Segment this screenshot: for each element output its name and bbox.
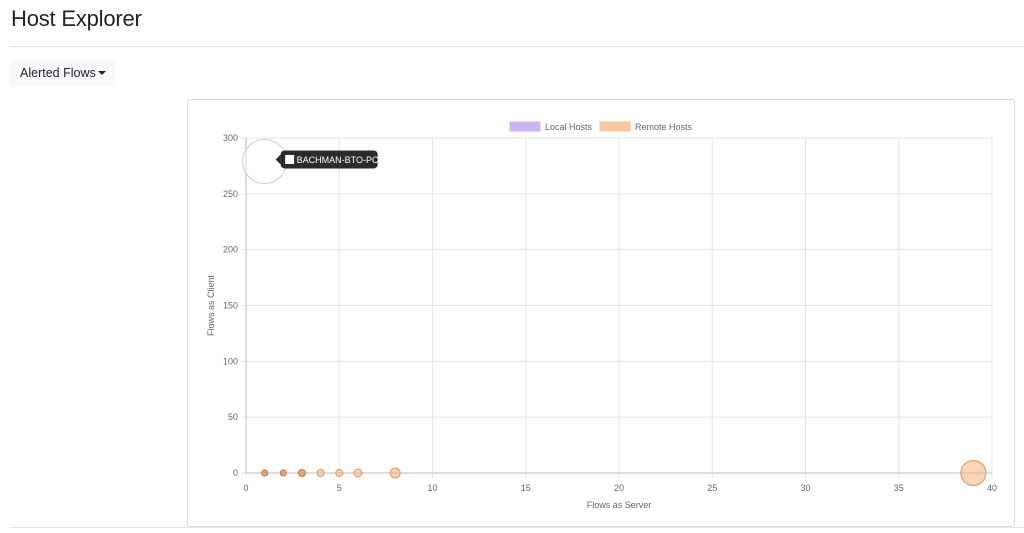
remote-host-point[interactable] xyxy=(279,469,287,477)
data-points xyxy=(242,138,987,486)
x-axis-title: Flows as Server xyxy=(587,500,652,510)
legend-label: Remote Hosts xyxy=(635,122,693,132)
x-tick-label: 40 xyxy=(987,483,997,493)
x-tick-label: 5 xyxy=(337,483,342,493)
caret-down-icon xyxy=(98,71,106,75)
page-title: Host Explorer xyxy=(11,6,142,31)
y-tick-label: 300 xyxy=(223,133,238,143)
x-tick-label: 25 xyxy=(707,483,717,493)
legend-label: Local Hosts xyxy=(545,122,593,132)
y-tick-label: 250 xyxy=(223,189,238,199)
remote-host-point[interactable] xyxy=(389,467,401,479)
axes: 0 5 10 15 20 25 30 35 40 0 50 100 150 200 250 300 Flows … xyxy=(206,133,997,510)
page-bottom-divider xyxy=(10,527,1024,528)
tooltip-color-swatch xyxy=(285,154,295,164)
remote-host-point[interactable] xyxy=(297,469,306,477)
y-tick-label: 200 xyxy=(223,245,238,255)
legend-item-local-hosts[interactable]: Local Hosts xyxy=(509,121,593,132)
tooltip-label: BACHMAN-BTO-PC xyxy=(297,155,379,165)
chart-card: 0 5 10 15 20 25 30 35 40 0 50 100 150 200 250 300 Flows … xyxy=(187,99,1015,527)
remote-host-point[interactable] xyxy=(960,460,987,486)
remote-host-point[interactable] xyxy=(316,469,325,477)
legend[interactable]: Local Hosts Remote Hosts xyxy=(509,121,693,132)
legend-swatch xyxy=(509,121,541,132)
remote-host-point[interactable] xyxy=(335,469,344,477)
legend-swatch xyxy=(599,121,631,132)
y-tick-label: 100 xyxy=(223,356,238,366)
remote-host-point[interactable] xyxy=(353,468,363,478)
y-tick-label: 50 xyxy=(228,412,238,422)
x-tick-label: 0 xyxy=(243,483,248,493)
flows-filter-dropdown[interactable]: Alerted Flows xyxy=(10,59,116,87)
x-tick-label: 20 xyxy=(614,483,624,493)
legend-item-remote-hosts[interactable]: Remote Hosts xyxy=(599,121,693,132)
x-tick-label: 35 xyxy=(894,483,904,493)
host-tooltip: BACHMAN-BTO-PC xyxy=(275,150,379,169)
flows-filter-label: Alerted Flows xyxy=(20,66,96,80)
host-scatter-chart[interactable]: 0 5 10 15 20 25 30 35 40 0 50 100 150 200 250 300 Flows … xyxy=(188,100,1016,528)
y-tick-label: 150 xyxy=(223,301,238,311)
x-tick-label: 15 xyxy=(521,483,531,493)
grid-lines xyxy=(241,137,993,478)
y-tick-label: 0 xyxy=(233,468,238,478)
remote-host-point[interactable] xyxy=(261,469,269,477)
title-divider xyxy=(10,46,1024,47)
y-axis-title: Flows as Client xyxy=(206,274,216,336)
x-tick-label: 10 xyxy=(427,483,437,493)
x-tick-label: 30 xyxy=(800,483,810,493)
